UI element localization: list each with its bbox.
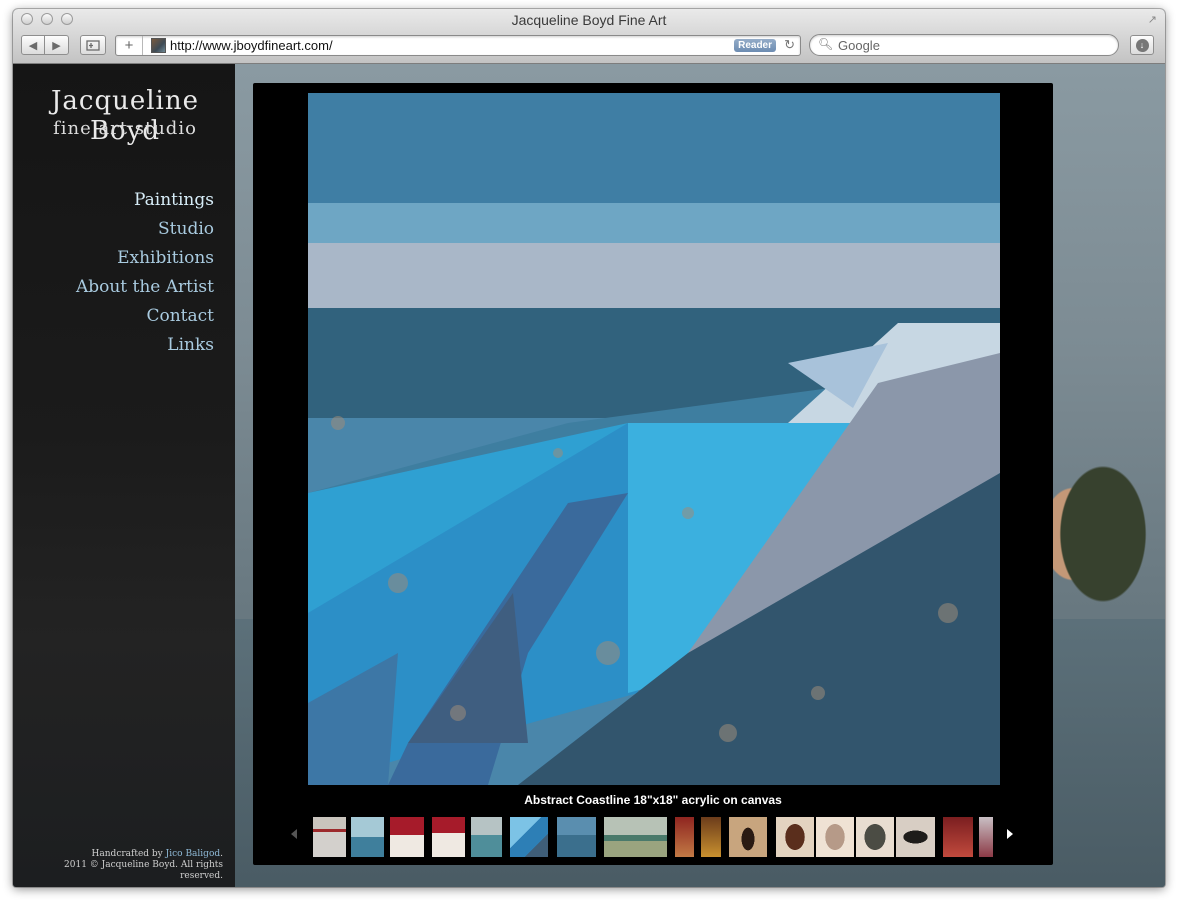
bookmark-icon <box>86 40 100 51</box>
search-icon: 🔍︎ <box>818 37 834 51</box>
nav-link-studio[interactable]: Studio <box>76 215 214 244</box>
add-bookmark-icon[interactable]: + <box>116 36 143 55</box>
fullscreen-icon[interactable]: ↗ <box>1148 13 1157 26</box>
nav-link-paintings[interactable]: Paintings <box>76 186 214 215</box>
thumbnail-10[interactable] <box>701 817 721 857</box>
forward-arrow-icon: ▶ <box>52 39 61 52</box>
designer-link[interactable]: Jico Baligod <box>166 849 220 859</box>
thumbnail-2[interactable] <box>351 817 384 857</box>
window-title: Jacqueline Boyd Fine Art <box>511 12 667 28</box>
back-arrow-icon: ◀ <box>28 39 38 52</box>
thumbnails-prev-icon[interactable] <box>291 829 297 839</box>
thumbnail-4[interactable] <box>432 817 465 857</box>
thumbnail-6[interactable] <box>510 817 548 857</box>
main-navigation: Paintings Studio Exhibitions About the A… <box>76 186 214 360</box>
site-footer: Handcrafted by Jico Baligod. 2011 © Jacq… <box>23 849 223 882</box>
thumbnails-next-icon[interactable] <box>1007 829 1013 839</box>
site-logo-subtitle[interactable]: fine art studio <box>25 118 225 139</box>
sidebar: Jacqueline Boyd fine art studio Painting… <box>13 64 235 887</box>
thumbnail-14[interactable] <box>856 817 894 857</box>
address-url[interactable]: http://www.jboydfineart.com/ <box>170 38 333 53</box>
thumbnail-9[interactable] <box>675 817 694 857</box>
thumbnail-8[interactable] <box>604 817 667 857</box>
nav-link-links[interactable]: Links <box>76 331 214 360</box>
thumbnail-12[interactable] <box>776 817 814 857</box>
bookmarks-button[interactable] <box>80 35 106 55</box>
thumbnail-15[interactable] <box>896 817 935 857</box>
nav-link-about[interactable]: About the Artist <box>76 273 214 302</box>
reload-icon[interactable]: ↻ <box>784 37 795 53</box>
thumbnail-5[interactable] <box>471 817 502 857</box>
thumbnail-3[interactable] <box>390 817 424 857</box>
search-field[interactable]: 🔍︎ Google <box>809 34 1119 56</box>
painting-caption: Abstract Coastline 18"x18" acrylic on ca… <box>524 793 782 807</box>
browser-window: Jacqueline Boyd Fine Art ↗ ◀ ▶ + http://… <box>13 9 1165 887</box>
address-bar[interactable]: + http://www.jboydfineart.com/ Reader ↻ <box>115 35 801 56</box>
gallery-panel: Abstract Coastline 18"x18" acrylic on ca… <box>253 83 1053 865</box>
thumbnail-17[interactable] <box>979 817 993 857</box>
nav-link-contact[interactable]: Contact <box>76 302 214 331</box>
download-arrow-icon: ↓ <box>1135 38 1149 52</box>
search-placeholder: Google <box>838 38 880 53</box>
back-button[interactable]: ◀ <box>21 35 45 55</box>
thumbnail-7[interactable] <box>557 817 596 857</box>
site-favicon-icon <box>151 38 166 53</box>
featured-painting[interactable] <box>308 93 1000 785</box>
thumbnail-1[interactable] <box>313 817 346 857</box>
forward-button[interactable]: ▶ <box>44 35 69 55</box>
credits-line: Handcrafted by Jico Baligod. <box>91 849 223 859</box>
downloads-button[interactable]: ↓ <box>1130 35 1154 55</box>
browser-toolbar: Jacqueline Boyd Fine Art ↗ ◀ ▶ + http://… <box>13 9 1165 64</box>
reader-button[interactable]: Reader <box>734 39 776 52</box>
nav-link-exhibitions[interactable]: Exhibitions <box>76 244 214 273</box>
thumbnail-16[interactable] <box>943 817 973 857</box>
thumbnail-11[interactable] <box>729 817 767 857</box>
thumbnail-13[interactable] <box>816 817 854 857</box>
page-content: Jacqueline Boyd fine art studio Painting… <box>13 64 1165 887</box>
copyright-text: 2011 © Jacqueline Boyd. All rights reser… <box>64 860 223 881</box>
